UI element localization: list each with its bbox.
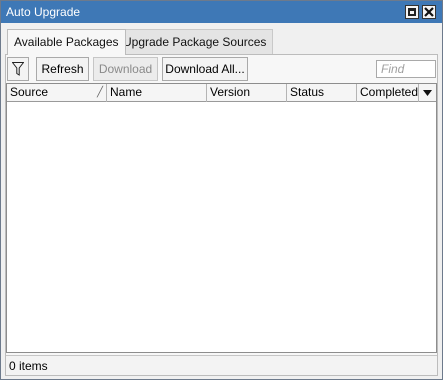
column-header-name[interactable]: Name	[107, 84, 207, 102]
column-menu-button[interactable]	[419, 84, 436, 102]
download-all-button[interactable]: Download All...	[162, 57, 248, 81]
column-header-source[interactable]: Source ╱	[7, 84, 107, 102]
column-header-version[interactable]: Version	[207, 84, 287, 102]
tab-panel: Refresh Download Download All... Source …	[5, 54, 438, 376]
tab-upgrade-package-sources[interactable]: Upgrade Package Sources	[116, 29, 274, 54]
column-header-completed[interactable]: Completed	[357, 84, 419, 102]
download-button[interactable]: Download	[93, 57, 158, 81]
chevron-down-icon	[423, 90, 432, 96]
close-button[interactable]	[422, 5, 436, 19]
window-title: Auto Upgrade	[6, 5, 81, 19]
packages-table: Source ╱ Name Version Status Completed	[6, 83, 437, 353]
status-bar: 0 items	[6, 355, 437, 375]
column-header-status[interactable]: Status	[287, 84, 357, 102]
filter-button[interactable]	[7, 57, 29, 81]
column-header-label: Source	[10, 85, 49, 99]
sort-ascending-icon: ╱	[96, 87, 103, 98]
tab-strip: Available Packages Upgrade Package Sourc…	[5, 29, 438, 55]
tab-available-packages[interactable]: Available Packages	[7, 29, 126, 55]
refresh-button[interactable]: Refresh	[36, 57, 89, 81]
filter-icon	[12, 62, 24, 76]
table-header: Source ╱ Name Version Status Completed	[7, 84, 436, 102]
find-input[interactable]	[376, 60, 436, 78]
maximize-icon	[408, 8, 416, 16]
close-icon	[424, 7, 434, 17]
item-count: 0 items	[9, 359, 48, 373]
auto-upgrade-window: Auto Upgrade Available Packages Upgrade …	[0, 0, 443, 380]
title-bar[interactable]: Auto Upgrade	[1, 1, 442, 23]
maximize-button[interactable]	[405, 5, 419, 19]
